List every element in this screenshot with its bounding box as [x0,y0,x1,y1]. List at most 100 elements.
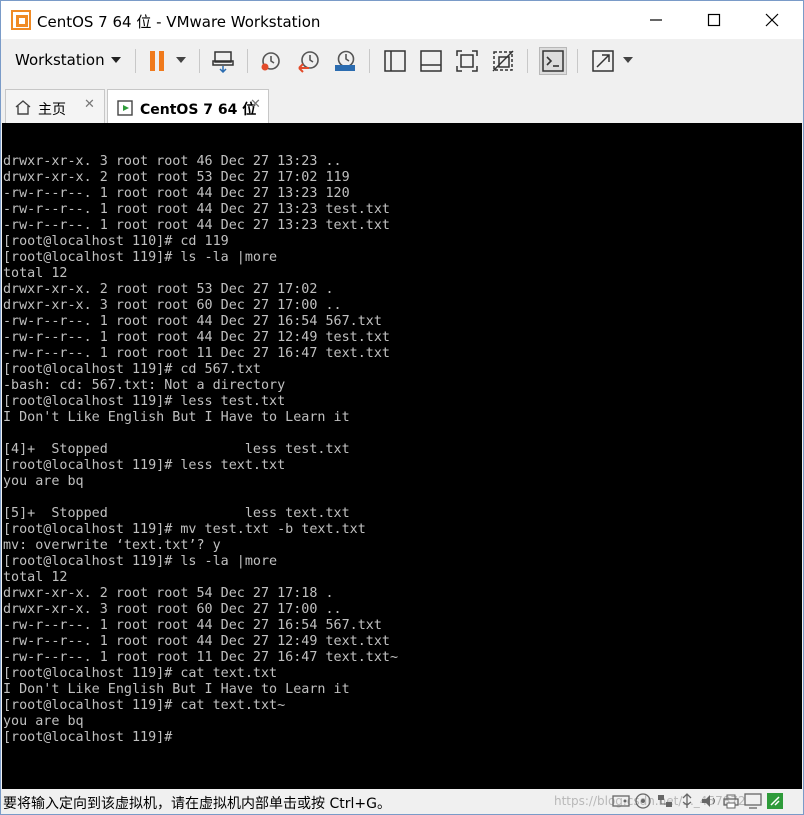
unity-icon [492,50,514,72]
toolbar-separator [247,49,248,73]
tab-bar: 主页 ✕ CentOS 7 64 位 ✕ [1,85,803,125]
sound-card-icon[interactable] [699,792,719,810]
send-ctrl-alt-del-button[interactable] [209,47,237,75]
terminal-line: -rw-r--r--. 1 root root 44 Dec 27 12:49 … [3,330,390,345]
unity-button[interactable] [489,47,517,75]
terminal-line: you are bq [3,714,84,729]
resize-grip-icon[interactable] [765,792,785,810]
snapshot-icon [261,52,280,71]
show-library-button[interactable] [381,47,409,75]
display-icon[interactable] [743,792,763,810]
network-adapter-icon[interactable] [655,792,675,810]
terminal-line: -rw-r--r--. 1 root root 44 Dec 27 13:23 … [3,186,350,201]
take-snapshot-button[interactable] [257,47,285,75]
vmware-window: CentOS 7 64 位 - VMware Workstation Works… [0,0,804,815]
terminal-line: [root@localhost 119]# cat text.txt~ [3,698,286,713]
terminal-line: I Don't Like English But I Have to Learn… [3,682,350,697]
terminal-line: -rw-r--r--. 1 root root 44 Dec 27 13:23 … [3,218,390,233]
close-button[interactable] [743,1,801,39]
close-icon [765,13,779,27]
full-screen-button[interactable] [453,47,481,75]
printer-icon[interactable] [721,792,741,810]
terminal-line: [root@localhost 119]# less text.txt [3,458,286,473]
stretch-dropdown-icon[interactable] [623,57,633,63]
usb-icon[interactable] [677,792,697,810]
terminal-line: [root@localhost 110]# cd 119 [3,234,229,249]
chevron-down-icon[interactable] [111,57,121,63]
minimize-button[interactable] [627,1,685,39]
terminal-line: -bash: cd: 567.txt: Not a directory [3,378,286,393]
terminal-line: you are bq [3,474,84,489]
terminal-line: -rw-r--r--. 1 root root 44 Dec 27 16:54 … [3,314,382,329]
tab-home[interactable]: 主页 ✕ [5,89,105,123]
terminal-line: drwxr-xr-x. 2 root root 53 Dec 27 17:02 … [3,170,350,185]
cd-drive-icon[interactable] [633,792,653,810]
vm-icon [117,100,133,116]
title-bar[interactable]: CentOS 7 64 位 - VMware Workstation [1,1,803,39]
terminal-line: [root@localhost 119]# mv test.txt -b tex… [3,522,366,537]
terminal-line: drwxr-xr-x. 3 root root 60 Dec 27 17:00 … [3,602,342,617]
terminal-line: [root@localhost 119]# ls -la |more [3,250,278,265]
hard-disk-icon[interactable] [611,792,631,810]
revert-snapshot-icon [298,51,319,73]
terminal-line: mv: overwrite ‘text.txt’? y [3,538,221,553]
stretch-icon [592,50,614,72]
status-bar: 要将输入定向到该虚拟机，请在虚拟机内部单击或按 Ctrl+G。 https://… [1,789,803,814]
workstation-menu[interactable]: Workstation [15,51,105,69]
stretch-guest-button[interactable] [589,47,617,75]
terminal-line: total 12 [3,266,68,281]
toolbar-separator [527,49,528,73]
terminal-line: [root@localhost 119]# [3,730,173,745]
terminal-line: -rw-r--r--. 1 root root 11 Dec 27 16:47 … [3,650,399,665]
terminal-line: [4]+ Stopped less test.txt [3,442,350,457]
terminal-line: -rw-r--r--. 1 root root 44 Dec 27 16:54 … [3,618,382,633]
terminal-line: drwxr-xr-x. 2 root root 54 Dec 27 17:18 … [3,586,334,601]
status-message: 要将输入定向到该虚拟机，请在虚拟机内部单击或按 Ctrl+G。 [3,796,391,812]
console-view-icon [542,50,564,72]
toolbar: Workstation [1,39,803,83]
tab-home-close-icon[interactable]: ✕ [84,97,95,112]
toolbar-separator [135,49,136,73]
console-view-button[interactable] [539,47,567,75]
pause-icon [150,51,164,71]
terminal-line: [root@localhost 119]# ls -la |more [3,554,278,569]
terminal-line: drwxr-xr-x. 2 root root 53 Dec 27 17:02 … [3,282,334,297]
pause-button[interactable] [143,47,171,75]
terminal-line: [5]+ Stopped less text.txt [3,506,350,521]
terminal-line: drwxr-xr-x. 3 root root 60 Dec 27 17:00 … [3,298,342,313]
revert-snapshot-button[interactable] [295,47,323,75]
vm-console[interactable]: drwxr-xr-x. 3 root root 46 Dec 27 13:23 … [2,123,802,789]
toolbar-separator [199,49,200,73]
terminal-line: total 12 [3,570,68,585]
terminal-line: [root@localhost 119]# cd 567.txt [3,362,261,377]
terminal-line: drwxr-xr-x. 3 root root 46 Dec 27 13:23 … [3,154,342,169]
thumbnail-bar-button[interactable] [417,47,445,75]
device-icons [611,792,785,810]
terminal-line: -rw-r--r--. 1 root root 44 Dec 27 12:49 … [3,634,390,649]
tab-centos[interactable]: CentOS 7 64 位 ✕ [107,89,269,125]
send-keys-icon [212,51,234,73]
vmware-app-icon [11,10,31,30]
terminal-line: I Don't Like English But I Have to Learn… [3,410,350,425]
window-title: CentOS 7 64 位 - VMware Workstation [37,13,321,31]
terminal-line: [root@localhost 119]# less test.txt [3,394,286,409]
toolbar-separator [369,49,370,73]
pause-dropdown-icon[interactable] [176,57,186,63]
terminal-output: drwxr-xr-x. 3 root root 46 Dec 27 13:23 … [3,154,398,746]
fullscreen-icon [456,50,478,72]
snapshot-manager-button[interactable] [331,47,359,75]
terminal-line: [root@localhost 119]# cat text.txt [3,666,278,681]
tab-centos-label: CentOS 7 64 位 [140,102,257,118]
minimize-icon [650,19,662,21]
tab-home-label: 主页 [38,102,66,118]
home-icon [15,100,31,115]
terminal-line: -rw-r--r--. 1 root root 44 Dec 27 13:23 … [3,202,390,217]
library-icon [384,50,406,72]
snapshot-manager-icon [335,50,355,71]
tab-centos-close-icon[interactable]: ✕ [250,97,261,112]
thumbnail-icon [420,50,442,72]
maximize-button[interactable] [685,1,743,39]
toolbar-separator [577,49,578,73]
